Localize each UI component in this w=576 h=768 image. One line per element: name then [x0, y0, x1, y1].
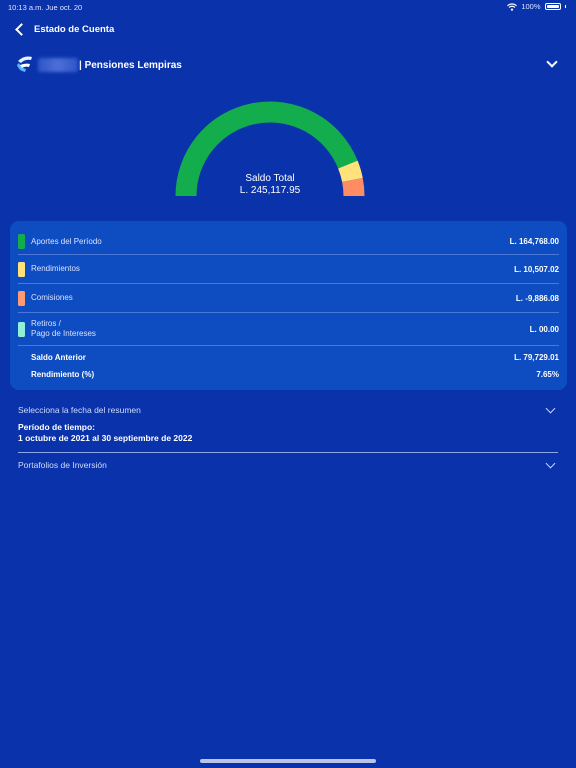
row-label-secondary: Pago de Intereses	[31, 329, 96, 338]
row-value: L. 10,507.02	[514, 264, 559, 274]
period-title: Período de tiempo:	[18, 422, 95, 432]
gauge-total: L. 245,117.95	[239, 185, 301, 196]
back-chevron-icon[interactable]	[15, 22, 28, 36]
status-time-date: 10:13 a.m. Jue oct. 20	[8, 3, 83, 12]
row-value: L. 164,768.00	[509, 237, 559, 246]
battery-percent: 100%	[521, 2, 541, 11]
summary-row-comisiones: Comisiones L. -9,886.08	[18, 284, 559, 313]
nav-header: Estado de Cuenta	[14, 20, 114, 38]
blurred-account-holder	[38, 58, 78, 72]
aportes-color-swatch	[18, 234, 25, 249]
summary-row-saldo-anterior: Saldo Anterior L. 79,729.01	[18, 351, 559, 363]
row-label: Comisiones	[31, 293, 73, 302]
date-selector-label: Selecciona la fecha del resumen	[18, 405, 141, 415]
summary-row-retiros: Retiros / Pago de Intereses L. 00.00	[18, 313, 559, 346]
account-selector[interactable]: | Pensiones Lempiras	[16, 53, 562, 77]
wifi-icon	[507, 2, 518, 11]
portfolios-selector[interactable]: Portafolios de Inversión	[18, 458, 558, 474]
status-bar: 10:13 a.m. Jue oct. 20 100%	[0, 0, 576, 14]
page-title: Estado de Cuenta	[34, 23, 115, 35]
gauge-title: Saldo Total	[245, 173, 295, 184]
fund-logo-icon	[17, 56, 32, 72]
chevron-down-icon[interactable]	[545, 403, 556, 414]
summary-row-rendimiento: Rendimiento (%) 7.65%	[18, 368, 559, 380]
account-name: | Pensiones Lempiras	[79, 59, 182, 71]
saldo-anterior-value: L. 79,729.01	[514, 352, 559, 362]
home-indicator	[200, 759, 376, 763]
rendimiento-label: Rendimiento (%)	[31, 369, 95, 379]
battery-icon	[544, 3, 561, 10]
status-indicators: 100%	[507, 2, 566, 11]
retiros-color-swatch	[18, 321, 25, 337]
saldo-anterior-label: Saldo Anterior	[31, 352, 86, 362]
row-value: L. -9,886.08	[515, 293, 559, 303]
summary-card: Aportes del Período L. 164,768.00 Rendim…	[10, 221, 567, 390]
row-value: L. 00.00	[529, 324, 559, 334]
row-label: Aportes del Período	[31, 236, 102, 246]
portfolios-label: Portafolios de Inversión	[18, 460, 107, 470]
period-value: 1 octubre de 2021 al 30 septiembre de 20…	[18, 433, 193, 443]
summary-row-rendimientos: Rendimientos L. 10,507.02	[18, 255, 559, 284]
rendimiento-value: 7.65%	[536, 369, 559, 379]
comisiones-color-swatch	[18, 290, 25, 306]
row-label: Retiros /	[31, 319, 61, 328]
summary-row-aportes: Aportes del Período L. 164,768.00	[18, 229, 559, 255]
chevron-down-icon[interactable]	[545, 458, 556, 469]
chevron-down-icon[interactable]	[546, 56, 558, 68]
rendimientos-color-swatch	[18, 261, 25, 277]
row-label: Rendimientos	[31, 264, 80, 273]
date-selector[interactable]: Selecciona la fecha del resumen Período …	[18, 403, 558, 453]
